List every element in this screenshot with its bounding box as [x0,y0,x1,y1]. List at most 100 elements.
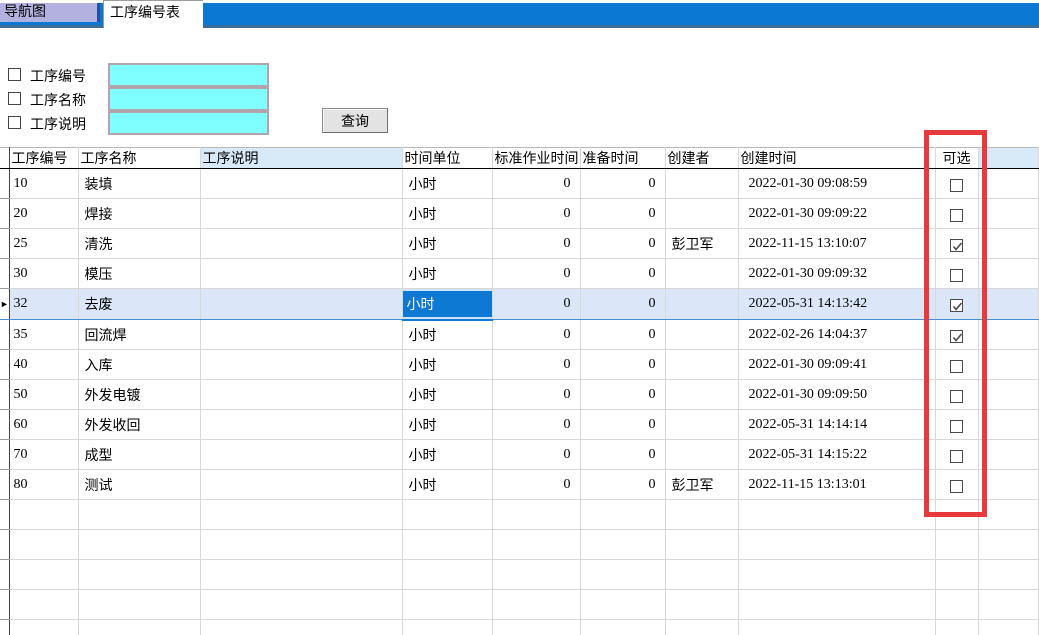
cell-prep_time[interactable]: 0 [580,259,665,289]
row-selector[interactable] [0,229,9,259]
cell-prep_time[interactable]: 0 [580,289,665,320]
cell-code[interactable]: 32 [9,289,78,320]
cell-name[interactable]: 清洗 [78,229,200,259]
cell-code[interactable]: 70 [9,440,78,470]
process-name-checkbox[interactable] [8,92,21,105]
column-header-prep_time[interactable]: 准备时间 [580,148,665,169]
cell-std_time[interactable]: 0 [492,380,580,410]
row-selector-header[interactable] [0,148,9,169]
cell-creator[interactable] [665,350,738,380]
column-header-code[interactable]: 工序编号 [9,148,78,169]
cell-optional[interactable] [935,470,978,500]
editing-cell[interactable]: 小时 [402,289,492,320]
cell-std_time[interactable]: 0 [492,350,580,380]
row-checkbox[interactable] [950,480,963,493]
cell-unit[interactable]: 小时 [402,470,492,500]
cell-std_time[interactable]: 0 [492,289,580,320]
row-checkbox[interactable] [950,179,963,192]
cell-code[interactable]: 60 [9,410,78,440]
row-selector[interactable] [0,380,9,410]
cell-desc[interactable] [200,410,402,440]
row-selector[interactable] [0,320,9,350]
cell-optional[interactable] [935,380,978,410]
cell-code[interactable]: 50 [9,380,78,410]
cell-desc[interactable] [200,470,402,500]
cell-optional[interactable] [935,320,978,350]
tab-process-number-table[interactable]: 工序编号表 [103,0,203,28]
cell-desc[interactable] [200,289,402,320]
column-header-unit[interactable]: 时间单位 [402,148,492,169]
column-header-blank[interactable] [978,148,1039,169]
cell-name[interactable]: 回流焊 [78,320,200,350]
cell-unit[interactable]: 小时 [402,440,492,470]
cell-unit[interactable]: 小时 [402,229,492,259]
row-selector[interactable]: ► [0,289,9,320]
cell-optional[interactable] [935,440,978,470]
cell-name[interactable]: 成型 [78,440,200,470]
row-selector[interactable] [0,199,9,229]
cell-created[interactable]: 2022-01-30 09:08:59 [738,169,935,199]
row-checkbox[interactable] [950,360,963,373]
cell-name[interactable]: 入库 [78,350,200,380]
cell-desc[interactable] [200,199,402,229]
cell-optional[interactable] [935,410,978,440]
cell-creator[interactable] [665,169,738,199]
row-checkbox[interactable] [950,269,963,282]
cell-created[interactable]: 2022-01-30 09:09:50 [738,380,935,410]
cell-creator[interactable] [665,289,738,320]
cell-prep_time[interactable]: 0 [580,229,665,259]
column-header-creator[interactable]: 创建者 [665,148,738,169]
row-checkbox[interactable] [950,209,963,222]
cell-created[interactable]: 2022-11-15 13:10:07 [738,229,935,259]
cell-std_time[interactable]: 0 [492,440,580,470]
cell-code[interactable]: 10 [9,169,78,199]
cell-name[interactable]: 模压 [78,259,200,289]
column-header-name[interactable]: 工序名称 [78,148,200,169]
cell-unit[interactable]: 小时 [402,320,492,350]
column-header-desc[interactable]: 工序说明 [200,148,402,169]
cell-created[interactable]: 2022-01-30 09:09:32 [738,259,935,289]
cell-unit[interactable]: 小时 [402,350,492,380]
cell-creator[interactable]: 彭卫军 [665,229,738,259]
cell-prep_time[interactable]: 0 [580,440,665,470]
cell-creator[interactable] [665,199,738,229]
cell-prep_time[interactable]: 0 [580,350,665,380]
column-header-optional[interactable]: 可选 [935,148,978,169]
cell-prep_time[interactable]: 0 [580,199,665,229]
cell-created[interactable]: 2022-05-31 14:15:22 [738,440,935,470]
cell-std_time[interactable]: 0 [492,410,580,440]
cell-std_time[interactable]: 0 [492,320,580,350]
cell-name[interactable]: 外发电镀 [78,380,200,410]
cell-optional[interactable] [935,229,978,259]
cell-unit[interactable]: 小时 [402,380,492,410]
cell-std_time[interactable]: 0 [492,229,580,259]
cell-created[interactable]: 2022-02-26 14:04:37 [738,320,935,350]
cell-name[interactable]: 焊接 [78,199,200,229]
process-code-input[interactable] [108,63,269,87]
cell-std_time[interactable]: 0 [492,199,580,229]
row-selector[interactable] [0,259,9,289]
cell-optional[interactable] [935,169,978,199]
cell-desc[interactable] [200,380,402,410]
cell-unit[interactable]: 小时 [402,199,492,229]
cell-prep_time[interactable]: 0 [580,320,665,350]
cell-desc[interactable] [200,259,402,289]
cell-creator[interactable] [665,440,738,470]
cell-created[interactable]: 2022-05-31 14:13:42 [738,289,935,320]
cell-code[interactable]: 20 [9,199,78,229]
cell-code[interactable]: 35 [9,320,78,350]
cell-created[interactable]: 2022-05-31 14:14:14 [738,410,935,440]
cell-code[interactable]: 80 [9,470,78,500]
cell-code[interactable]: 40 [9,350,78,380]
cell-optional[interactable] [935,350,978,380]
row-checkbox[interactable] [950,390,963,403]
cell-std_time[interactable]: 0 [492,169,580,199]
cell-creator[interactable]: 彭卫军 [665,470,738,500]
cell-desc[interactable] [200,320,402,350]
row-selector[interactable] [0,350,9,380]
cell-creator[interactable] [665,380,738,410]
cell-desc[interactable] [200,169,402,199]
process-desc-input[interactable] [108,111,269,135]
row-checkbox[interactable] [950,420,963,433]
process-code-checkbox[interactable] [8,68,21,81]
